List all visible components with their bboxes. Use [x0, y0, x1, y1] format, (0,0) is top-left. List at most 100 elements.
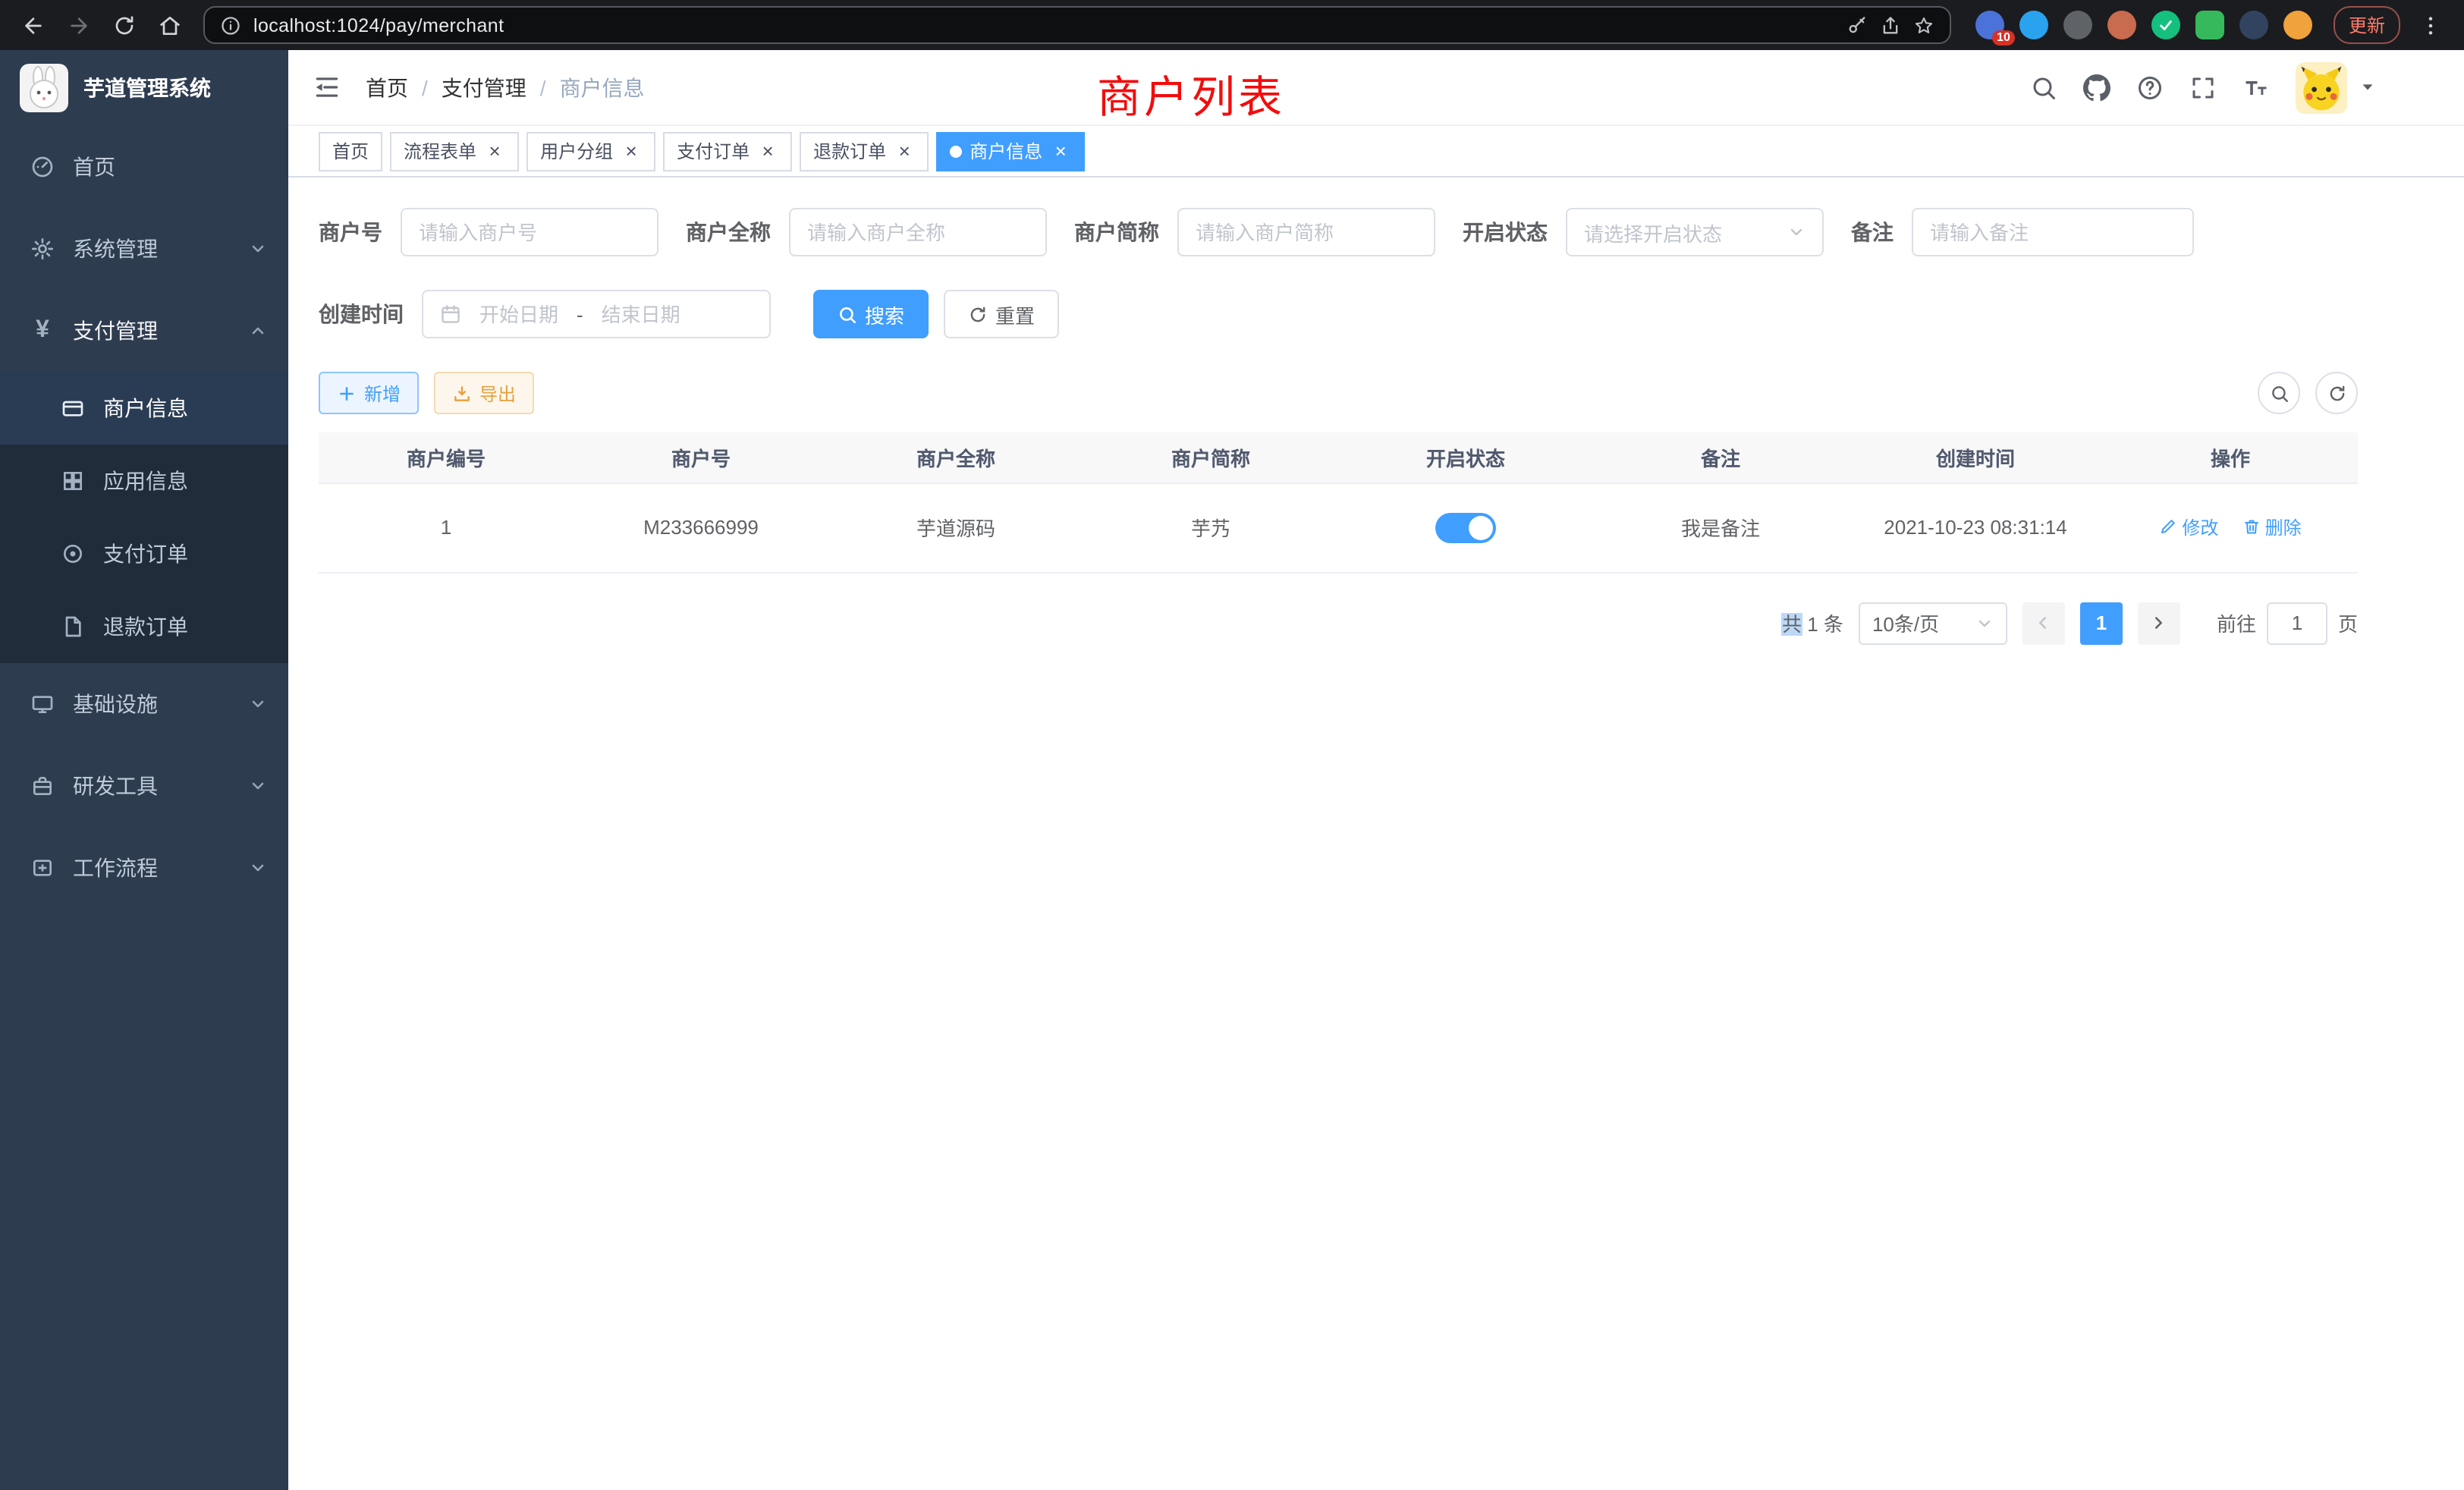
prev-page-button[interactable] — [2022, 602, 2065, 644]
extension-icon-1[interactable]: 10 — [1975, 11, 2004, 39]
toggle-search-button[interactable] — [2258, 372, 2300, 414]
date-range-picker[interactable]: - — [422, 290, 771, 338]
export-button[interactable]: 导出 — [434, 372, 534, 414]
merchant-no-input[interactable] — [419, 221, 640, 244]
help-icon[interactable] — [2136, 74, 2164, 101]
tab-home[interactable]: 首页 — [319, 131, 382, 171]
pikachu-avatar — [2296, 61, 2347, 113]
reset-button[interactable]: 重置 — [944, 290, 1059, 338]
chevron-left-icon — [2035, 615, 2052, 631]
next-page-button[interactable] — [2138, 602, 2180, 644]
extension-icon-6[interactable] — [2195, 11, 2224, 39]
github-icon[interactable] — [2083, 74, 2110, 101]
navbar-actions — [2030, 61, 2376, 113]
page-annotation: 商户列表 — [1097, 62, 1285, 126]
trash-icon — [2242, 518, 2261, 536]
end-date-input[interactable] — [594, 303, 688, 325]
chevron-right-icon — [2151, 615, 2167, 631]
cell-full-name: 芋道源码 — [828, 483, 1083, 572]
search-button[interactable]: 搜索 — [813, 290, 929, 338]
tab-process-form[interactable]: 流程表单 — [390, 131, 519, 171]
sidebar: 芋道管理系统 首页 系统管理 ¥ 支付管理 — [0, 50, 288, 1490]
table-toolbar: 新增 导出 — [319, 372, 2358, 414]
extension-icon-2[interactable] — [2019, 11, 2048, 39]
cell-short-name: 芋艿 — [1083, 483, 1338, 572]
sidebar-item-dev-tools[interactable]: 研发工具 — [0, 745, 288, 827]
breadcrumb: 首页 支付管理 商户信息 — [366, 72, 645, 102]
close-icon[interactable] — [1050, 140, 1071, 162]
merchant-short-name-input[interactable] — [1196, 221, 1417, 244]
extension-icon-7[interactable] — [2239, 11, 2268, 39]
fullscreen-icon[interactable] — [2189, 74, 2217, 101]
address-bar[interactable]: localhost:1024/pay/merchant — [203, 6, 1951, 44]
sidebar-item-system[interactable]: 系统管理 — [0, 208, 288, 290]
user-avatar-menu[interactable] — [2296, 61, 2376, 113]
close-icon[interactable] — [484, 140, 505, 162]
breadcrumb-home[interactable]: 首页 — [366, 72, 408, 102]
breadcrumb-separator — [540, 75, 546, 99]
sidebar-item-workflow[interactable]: 工作流程 — [0, 827, 288, 909]
site-info-icon[interactable] — [220, 14, 241, 36]
cell-status — [1338, 483, 1593, 572]
add-button[interactable]: 新增 — [319, 372, 419, 414]
sidebar-item-refund-order[interactable]: 退款订单 — [0, 590, 288, 663]
chevron-down-icon — [249, 240, 267, 258]
sidebar-item-merchant-info[interactable]: 商户信息 — [0, 372, 288, 445]
refresh-table-button[interactable] — [2315, 372, 2358, 414]
page-number-button[interactable]: 1 — [2080, 602, 2123, 644]
refresh-icon — [968, 304, 988, 324]
sidebar-item-pay-order[interactable]: 支付订单 — [0, 517, 288, 590]
extension-icon-4[interactable] — [2107, 11, 2136, 39]
breadcrumb-payment[interactable]: 支付管理 — [442, 72, 526, 102]
close-icon[interactable] — [757, 140, 778, 162]
extension-badge: 10 — [1992, 30, 2015, 46]
delete-link[interactable]: 删除 — [2242, 514, 2302, 540]
page-size-select[interactable]: 10条/页 — [1859, 602, 2007, 644]
tags-view-bar: 首页 流程表单 用户分组 支付订单 退款订单 商户信息 — [288, 126, 2464, 178]
search-icon[interactable] — [2030, 74, 2057, 101]
sidebar-item-home[interactable]: 首页 — [0, 126, 288, 208]
extension-icon-8[interactable] — [2283, 11, 2312, 39]
home-icon[interactable] — [149, 4, 191, 46]
forward-icon[interactable] — [58, 4, 100, 46]
monitor-icon — [30, 692, 55, 716]
status-toggle[interactable] — [1435, 512, 1496, 542]
font-size-icon[interactable] — [2242, 74, 2270, 101]
refresh-icon — [2327, 383, 2346, 403]
password-key-icon[interactable] — [1846, 14, 1868, 36]
back-icon[interactable] — [12, 4, 55, 46]
plus-icon — [337, 383, 357, 403]
url-text[interactable]: localhost:1024/pay/merchant — [253, 14, 504, 36]
pagination-total: 共 1 条 — [1782, 608, 1843, 637]
tab-pay-order[interactable]: 支付订单 — [663, 131, 792, 171]
sidebar-toggle-icon[interactable] — [288, 73, 366, 102]
share-icon[interactable] — [1880, 14, 1901, 36]
filter-merchant-no: 商户号 — [319, 208, 658, 256]
remark-input[interactable] — [1930, 221, 2176, 244]
reload-icon[interactable] — [103, 4, 146, 46]
sidebar-item-app-info[interactable]: 应用信息 — [0, 445, 288, 517]
table-row: 1 M233666999 芋道源码 芋艿 我是备注 2021-10-23 08:… — [319, 483, 2358, 572]
tab-merchant-info[interactable]: 商户信息 — [936, 131, 1085, 171]
status-select[interactable]: 请选择开启状态 — [1566, 208, 1824, 256]
sidebar-item-infra[interactable]: 基础设施 — [0, 663, 288, 745]
extension-icon-5[interactable] — [2151, 11, 2180, 39]
chevron-down-icon — [2359, 79, 2376, 96]
browser-menu-icon[interactable] — [2409, 4, 2452, 46]
tab-user-group[interactable]: 用户分组 — [526, 131, 655, 171]
chevron-down-icon — [1975, 614, 1994, 632]
browser-update-button[interactable]: 更新 — [2334, 6, 2400, 44]
merchant-name-input[interactable] — [807, 221, 1029, 244]
bookmark-star-icon[interactable] — [1913, 14, 1934, 36]
extension-icon-3[interactable] — [2063, 11, 2092, 39]
app-logo[interactable]: 芋道管理系统 — [0, 50, 288, 126]
tab-refund-order[interactable]: 退款订单 — [800, 131, 929, 171]
edit-link[interactable]: 修改 — [2159, 514, 2218, 540]
sidebar-item-payment[interactable]: ¥ 支付管理 — [0, 290, 288, 372]
goto-page-input[interactable] — [2267, 602, 2327, 644]
close-icon[interactable] — [894, 140, 915, 162]
close-icon[interactable] — [621, 140, 642, 162]
filter-row-2: 创建时间 - 搜索 重置 — [319, 290, 2358, 338]
start-date-input[interactable] — [472, 303, 566, 325]
toolbar-right — [2258, 372, 2358, 414]
